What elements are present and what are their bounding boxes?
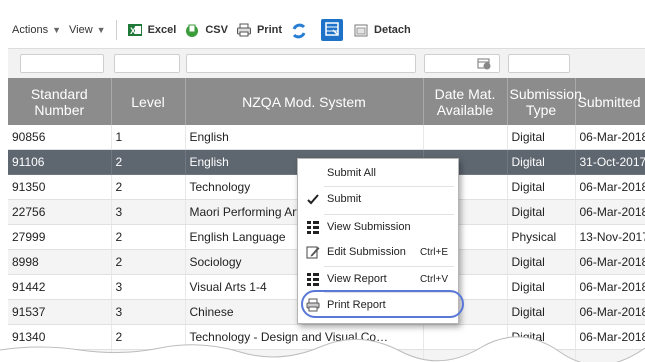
report-grid-window: Actions ▼ View ▼ X Excel CSV Print Detac… xyxy=(0,0,645,362)
export-grid-button[interactable] xyxy=(321,19,344,41)
cell-submission-type: Digital xyxy=(507,125,576,150)
cell-submission-type: Digital xyxy=(507,274,576,300)
excel-icon: X xyxy=(127,22,143,38)
menu-item-label: Print Report xyxy=(327,299,386,311)
menu-item-view-report[interactable]: View Report Ctrl+V xyxy=(298,267,458,291)
menu-item-label: View Submission xyxy=(327,221,411,233)
menu-item-view-submission[interactable]: View Submission xyxy=(298,215,458,239)
menu-item-edit-submission[interactable]: Edit Submission Ctrl+E xyxy=(298,240,458,264)
detach-label: Detach xyxy=(374,24,411,36)
csv-label: CSV xyxy=(205,24,228,36)
cell-submitted: 31-Oct-2017 xyxy=(575,149,645,175)
filter-standard-number[interactable] xyxy=(20,54,104,73)
shortcut-label: Ctrl+V xyxy=(419,273,448,285)
cell-submitted: 06-Mar-2018 xyxy=(575,274,645,300)
cell-level: 2 xyxy=(111,249,186,275)
cell-level: 3 xyxy=(111,299,186,325)
cell-standard-number: 90856 xyxy=(8,125,112,150)
filter-nzqa-mod-system[interactable] xyxy=(186,54,416,73)
refresh-icon xyxy=(290,22,306,39)
menu-item-submit[interactable]: Submit xyxy=(298,187,458,211)
list-icon xyxy=(305,271,321,287)
cell-standard-number: 22756 xyxy=(8,199,112,225)
view-menu[interactable]: View ▼ xyxy=(65,17,110,43)
cell-standard-number: 91350 xyxy=(8,174,112,200)
filter-date-mat-available[interactable] xyxy=(424,54,500,73)
column-header-submission-type[interactable]: Submission Type xyxy=(507,78,582,125)
cell-level: 2 xyxy=(111,149,186,175)
column-header-date-mat-available[interactable]: Date Mat. Available xyxy=(423,78,508,125)
cell-submission-type: Physical xyxy=(507,224,576,250)
svg-text:X: X xyxy=(130,26,136,36)
printer-icon xyxy=(305,297,321,313)
cell-submitted: 06-Mar-2018 xyxy=(575,125,645,150)
actions-label: Actions xyxy=(12,24,49,36)
cell-subject: English xyxy=(185,125,424,150)
table-header-row: Standard Number Level NZQA Mod. System D… xyxy=(8,78,645,125)
menu-item-label: Submit All xyxy=(327,167,376,179)
cell-submitted: 06-Mar-2018 xyxy=(575,299,645,325)
cell-submitted: 06-Mar-2018 xyxy=(575,199,645,225)
detach-button[interactable]: Detach xyxy=(349,17,415,43)
cell-standard-number: 91442 xyxy=(8,274,112,300)
column-header-nzqa-mod-system[interactable]: NZQA Mod. System xyxy=(185,78,424,125)
export-grid-icon xyxy=(325,21,339,39)
cell-level: 2 xyxy=(111,174,186,200)
filter-level[interactable] xyxy=(114,54,180,73)
caret-down-icon: ▼ xyxy=(96,25,106,35)
column-header-standard-number[interactable]: Standard Number xyxy=(8,78,112,125)
edit-icon xyxy=(305,244,321,260)
menu-item-print-report[interactable]: Print Report xyxy=(298,293,458,317)
excel-button[interactable]: X Excel xyxy=(123,17,181,43)
print-label: Print xyxy=(256,24,283,36)
toolbar: Actions ▼ View ▼ X Excel CSV Print Detac… xyxy=(8,17,645,43)
menu-item-submit-all[interactable]: Submit All xyxy=(298,161,458,185)
menu-item-label: View Report xyxy=(327,273,387,285)
torn-edge-decoration xyxy=(0,336,645,362)
menu-item-label: Submit xyxy=(327,193,362,205)
cell-submitted: 06-Mar-2018 xyxy=(575,249,645,275)
cell-level: 3 xyxy=(111,199,186,225)
cell-submitted: 13-Nov-2017 xyxy=(575,224,645,250)
shortcut-label: Ctrl+E xyxy=(419,246,448,258)
actions-menu[interactable]: Actions ▼ xyxy=(8,17,65,43)
check-icon xyxy=(305,191,321,207)
cell-submission-type: Digital xyxy=(507,174,576,200)
excel-label: Excel xyxy=(147,24,177,36)
toolbar-divider xyxy=(115,20,117,40)
menu-item-label: Edit Submission xyxy=(327,246,406,258)
printer-icon xyxy=(236,22,252,38)
csv-icon xyxy=(184,22,200,38)
refresh-button[interactable] xyxy=(286,17,315,43)
filter-submission-type[interactable] xyxy=(508,54,570,73)
cell-standard-number: 8998 xyxy=(8,249,112,275)
csv-button[interactable]: CSV xyxy=(180,17,232,43)
cell-submission-type: Digital xyxy=(507,149,576,175)
cell-level: 2 xyxy=(111,224,186,250)
column-header-submitted[interactable]: Submitted xyxy=(575,78,645,125)
calendar-icon[interactable] xyxy=(477,56,491,73)
cell-date xyxy=(423,125,508,150)
view-label: View xyxy=(69,24,93,36)
cell-submission-type: Digital xyxy=(507,249,576,275)
cell-submission-type: Digital xyxy=(507,299,576,325)
cell-level: 3 xyxy=(111,274,186,300)
cell-standard-number: 27999 xyxy=(8,224,112,250)
context-menu: Submit All Submit View Submission Edit S… xyxy=(297,158,459,324)
print-button[interactable]: Print xyxy=(232,17,286,43)
table-row[interactable]: 90856 1 English Digital 06-Mar-2018 xyxy=(8,125,645,150)
caret-down-icon: ▼ xyxy=(52,25,61,35)
detach-icon xyxy=(353,22,369,38)
cell-standard-number: 91537 xyxy=(8,299,112,325)
cell-standard-number: 91106 xyxy=(8,149,112,175)
cell-level: 1 xyxy=(111,125,186,150)
cell-submission-type: Digital xyxy=(507,199,576,225)
list-icon xyxy=(305,219,321,235)
cell-submitted: 06-Mar-2018 xyxy=(575,174,645,200)
column-header-level[interactable]: Level xyxy=(111,78,186,125)
